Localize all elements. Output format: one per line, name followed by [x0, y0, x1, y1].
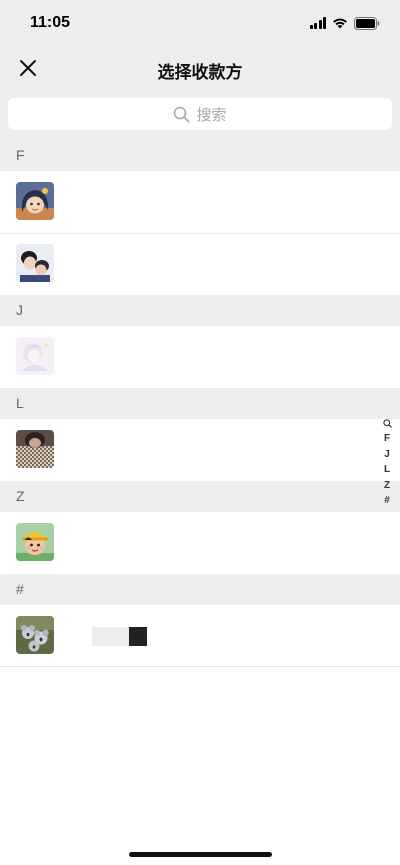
- contact-row[interactable]: [0, 233, 400, 295]
- section-header-l: L: [0, 388, 400, 419]
- contact-list: F J L Z #: [0, 140, 400, 667]
- search-placeholder: 搜索: [196, 106, 227, 124]
- wifi-icon: [332, 17, 348, 29]
- nav-bar: 选择收款方: [0, 44, 400, 92]
- index-item[interactable]: F: [380, 431, 394, 447]
- status-time: 11:05: [30, 14, 71, 31]
- search-area: 搜索: [0, 92, 400, 140]
- section-header-f: F: [0, 140, 400, 171]
- contact-row[interactable]: [0, 171, 400, 233]
- section-header-j: J: [0, 295, 400, 326]
- avatar-faded-illustration: [16, 337, 54, 375]
- battery-icon: [354, 16, 380, 30]
- contact-row[interactable]: [0, 605, 400, 667]
- section-header-z: Z: [0, 481, 400, 512]
- status-icons: [309, 16, 381, 30]
- index-item[interactable]: L: [380, 462, 394, 478]
- cellular-signal-icon: [309, 17, 326, 29]
- avatar-cartoon-boy-hat: [16, 523, 54, 561]
- index-search-icon[interactable]: [380, 416, 394, 431]
- contact-row[interactable]: [0, 512, 400, 574]
- search-icon: [174, 106, 190, 122]
- contact-row[interactable]: [0, 419, 400, 481]
- index-item[interactable]: Z: [380, 478, 394, 494]
- avatar-cartoon-girl: [16, 182, 54, 220]
- avatar-koalas: [16, 616, 54, 654]
- index-item[interactable]: J: [380, 447, 394, 463]
- index-item[interactable]: #: [380, 493, 394, 509]
- avatar-photo-checkered: [16, 430, 54, 468]
- status-bar: 11:05: [0, 0, 400, 44]
- contact-row[interactable]: [0, 326, 400, 388]
- redacted-block: [92, 627, 129, 646]
- avatar-couple-photo: [16, 244, 54, 282]
- redacted-block: [129, 627, 147, 646]
- page-title: 选择收款方: [157, 63, 243, 82]
- section-header-hash: #: [0, 574, 400, 605]
- home-indicator: [129, 852, 272, 857]
- search-input[interactable]: 搜索: [8, 98, 392, 130]
- alphabet-index-bar: F J L Z #: [380, 416, 394, 509]
